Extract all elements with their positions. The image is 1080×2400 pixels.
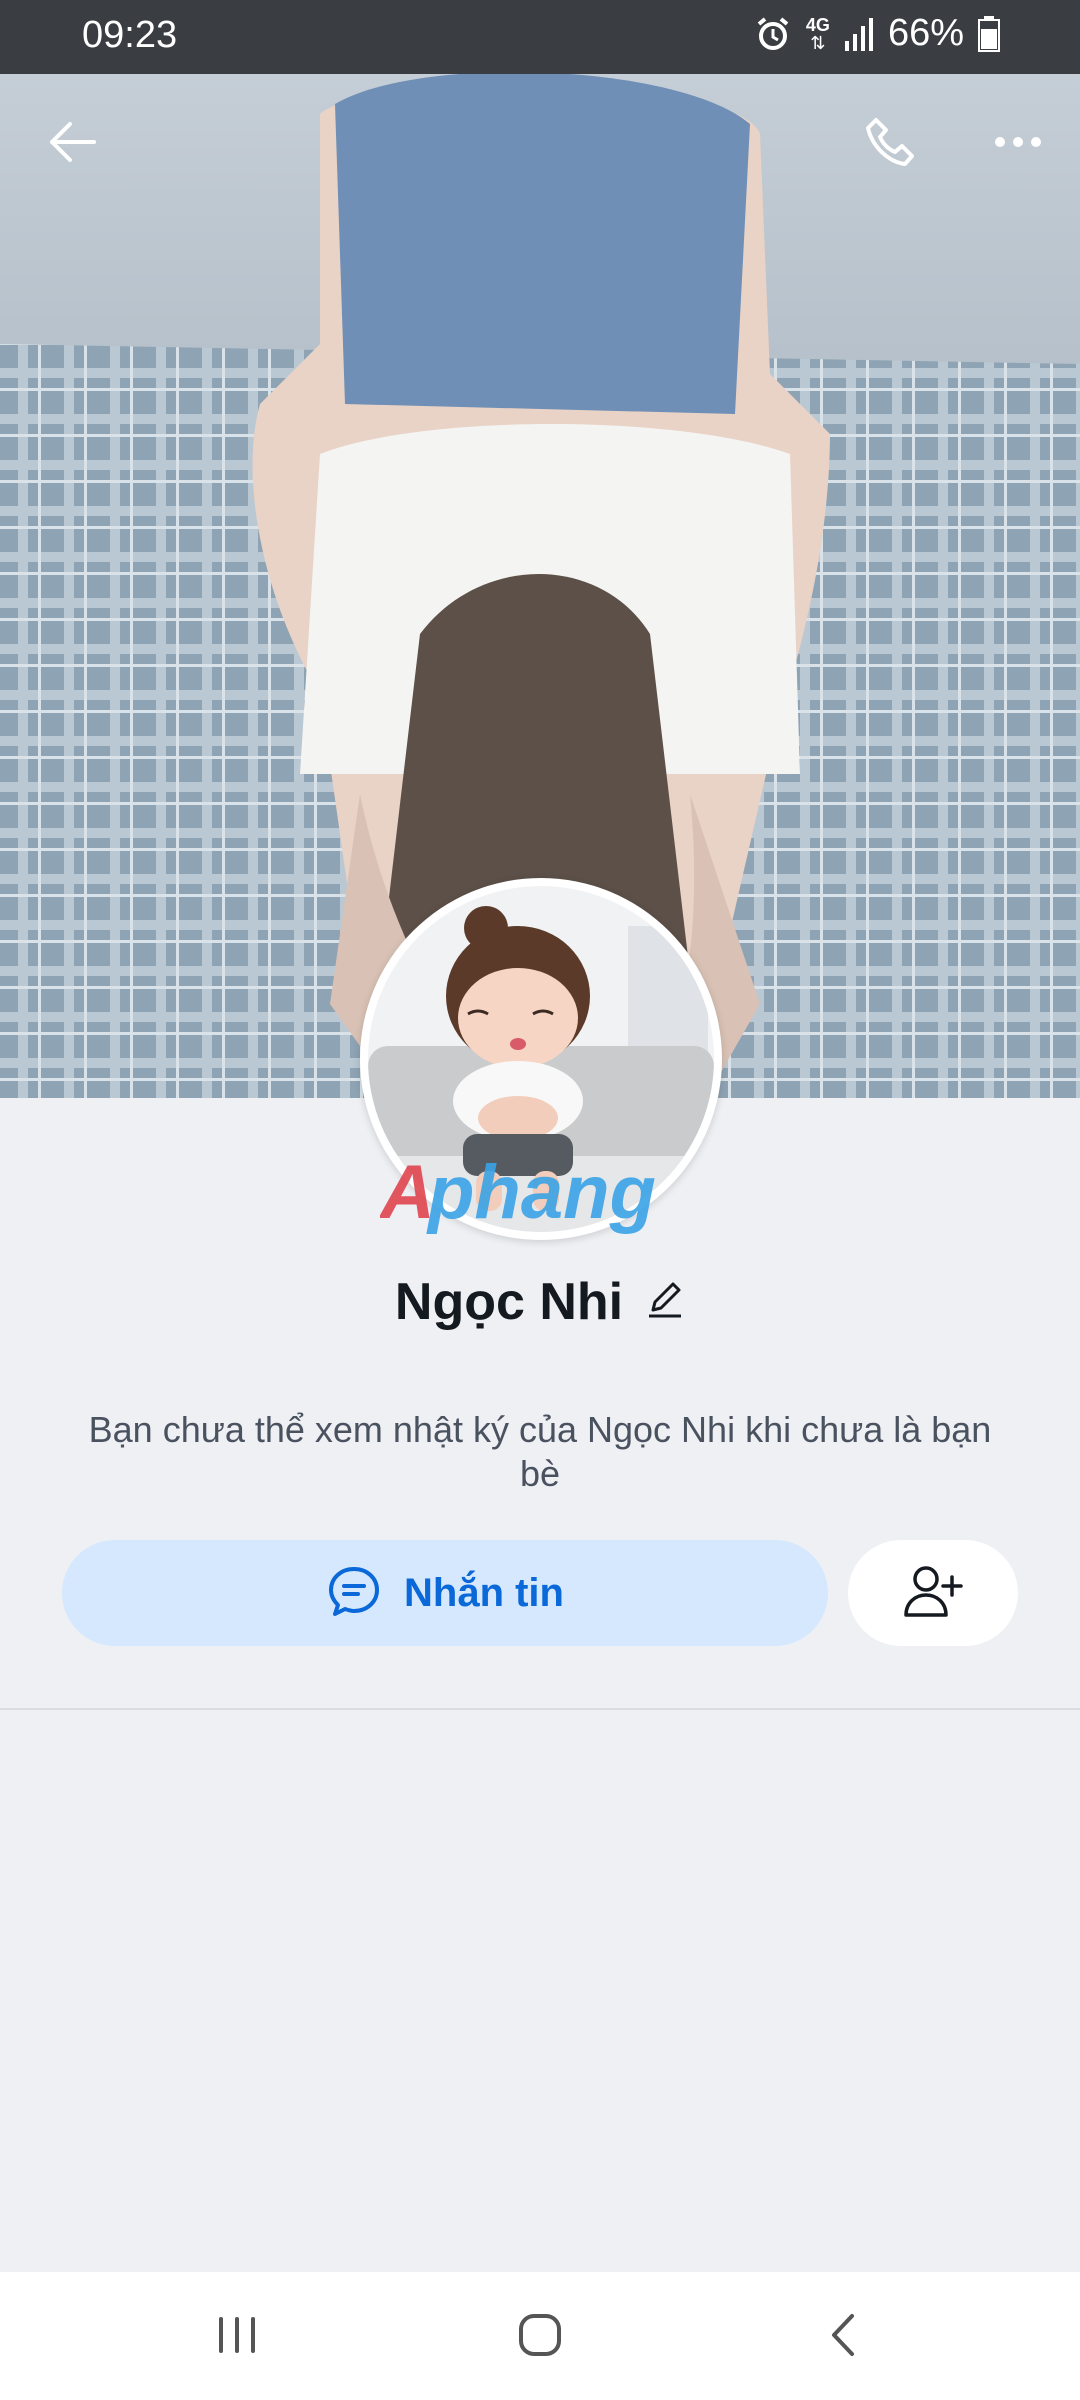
more-button[interactable] xyxy=(978,104,1058,184)
battery-icon xyxy=(978,15,1000,52)
profile-name: Ngọc Nhi xyxy=(394,1273,624,1331)
network-4g-icon: 4G ⇅ xyxy=(805,14,830,53)
phone-icon xyxy=(864,114,920,175)
profile-header xyxy=(0,74,1080,204)
home-button[interactable] xyxy=(495,2302,585,2372)
network-label: 4G xyxy=(805,14,830,35)
alarm-icon xyxy=(754,15,792,53)
back-arrow-icon xyxy=(46,116,98,173)
add-friend-button[interactable] xyxy=(848,1540,1018,1646)
back-button[interactable] xyxy=(32,104,112,184)
more-icon xyxy=(994,135,1042,154)
edit-name-button[interactable] xyxy=(645,1280,685,1325)
recent-apps-icon xyxy=(215,2315,259,2360)
watermark-logo: A phang xyxy=(378,1148,710,1238)
battery-level: 66% xyxy=(887,12,964,54)
message-button[interactable]: Nhắn tin xyxy=(62,1540,828,1646)
call-button[interactable] xyxy=(852,104,932,184)
status-icons: 4G ⇅ 66% xyxy=(754,12,1000,55)
section-divider xyxy=(0,1708,1080,1710)
signal-icon xyxy=(844,17,874,51)
svg-text:phang: phang xyxy=(426,1150,656,1235)
back-icon xyxy=(828,2312,858,2363)
message-button-label: Nhắn tin xyxy=(404,1570,564,1615)
system-back-button[interactable] xyxy=(798,2302,888,2372)
status-time: 09:23 xyxy=(82,14,178,56)
svg-text:A: A xyxy=(380,1150,435,1235)
home-icon xyxy=(517,2312,563,2363)
chat-bubble-icon xyxy=(326,1563,382,1624)
system-nav-bar xyxy=(0,2272,1080,2400)
status-bar: 09:23 4G ⇅ 66% xyxy=(0,0,1080,74)
add-friend-icon xyxy=(902,1563,964,1624)
profile-name-row: Ngọc Nhi xyxy=(0,1272,1080,1332)
recent-apps-button[interactable] xyxy=(192,2302,282,2372)
privacy-note: Bạn chưa thể xem nhật ký của Ngọc Nhi kh… xyxy=(88,1409,992,1494)
pencil-icon xyxy=(649,1282,682,1317)
